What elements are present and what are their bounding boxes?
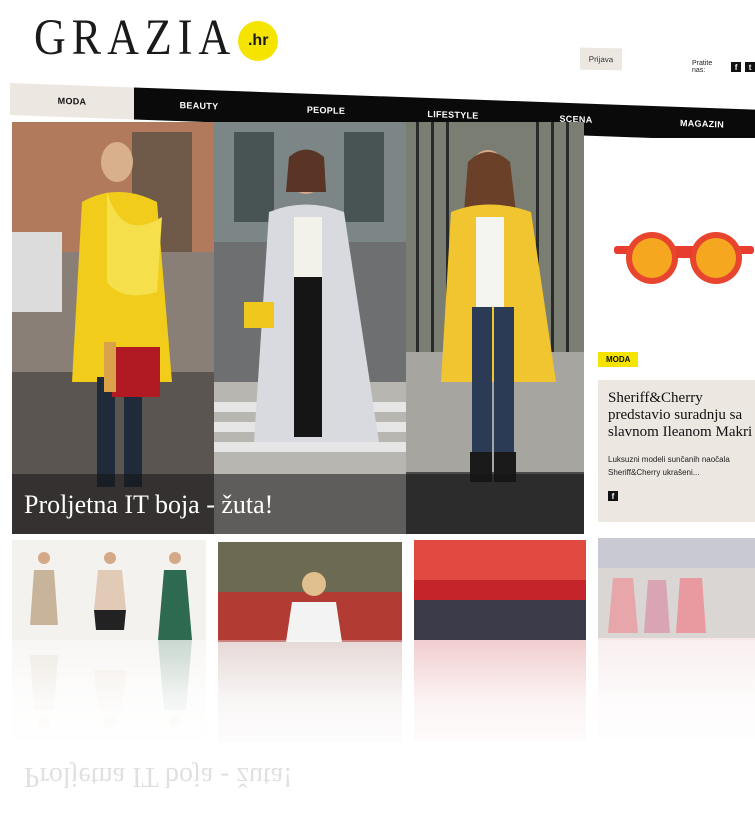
nav-item-moda[interactable]: MODA xyxy=(10,83,134,120)
hero-caption[interactable]: Proljetna IT boja - žuta! xyxy=(24,490,273,520)
promo-text-box: Sheriff&Cherry predstavio suradnju sa sl… xyxy=(598,380,755,522)
nav-item-beauty[interactable]: BEAUTY xyxy=(134,87,264,125)
nav-item-magazin[interactable]: MAGAZIN xyxy=(634,105,755,143)
hero-photo-yellow-fur-coat xyxy=(12,122,214,534)
promo-excerpt: Luksuzni modeli sunčanih naočala Sheriff… xyxy=(608,455,730,477)
promo-card[interactable]: MODA Sheriff&Cherry predstavio suradnju … xyxy=(598,138,755,530)
site-logo[interactable]: GRAZIA .hr xyxy=(34,9,279,66)
promo-title[interactable]: Sheriff&Cherry predstavio suradnju sa sl… xyxy=(608,390,755,441)
facebook-icon[interactable]: f xyxy=(731,62,742,72)
login-button[interactable]: Prijava xyxy=(580,47,622,71)
hero-photo-yellow-coat xyxy=(406,122,584,534)
follow-label: Pratite nas: xyxy=(692,60,713,74)
logo-wordmark: GRAZIA xyxy=(34,9,237,66)
category-tag[interactable]: MODA xyxy=(598,352,639,367)
hero-photo-white-coat xyxy=(214,122,406,534)
hero-caption-reflection: Proljetna IT boja - žuta! xyxy=(24,761,293,792)
sunglasses-image xyxy=(614,232,754,284)
follow-us: Pratite nas: f t xyxy=(692,60,755,74)
twitter-icon[interactable]: t xyxy=(745,62,755,72)
hero-article[interactable]: Proljetna IT boja - žuta! xyxy=(12,122,584,534)
logo-badge: .hr xyxy=(238,20,279,61)
page: GRAZIA .hr Prijava Pratite nas: f t MODA… xyxy=(0,0,755,813)
facebook-icon[interactable]: f xyxy=(608,491,618,501)
